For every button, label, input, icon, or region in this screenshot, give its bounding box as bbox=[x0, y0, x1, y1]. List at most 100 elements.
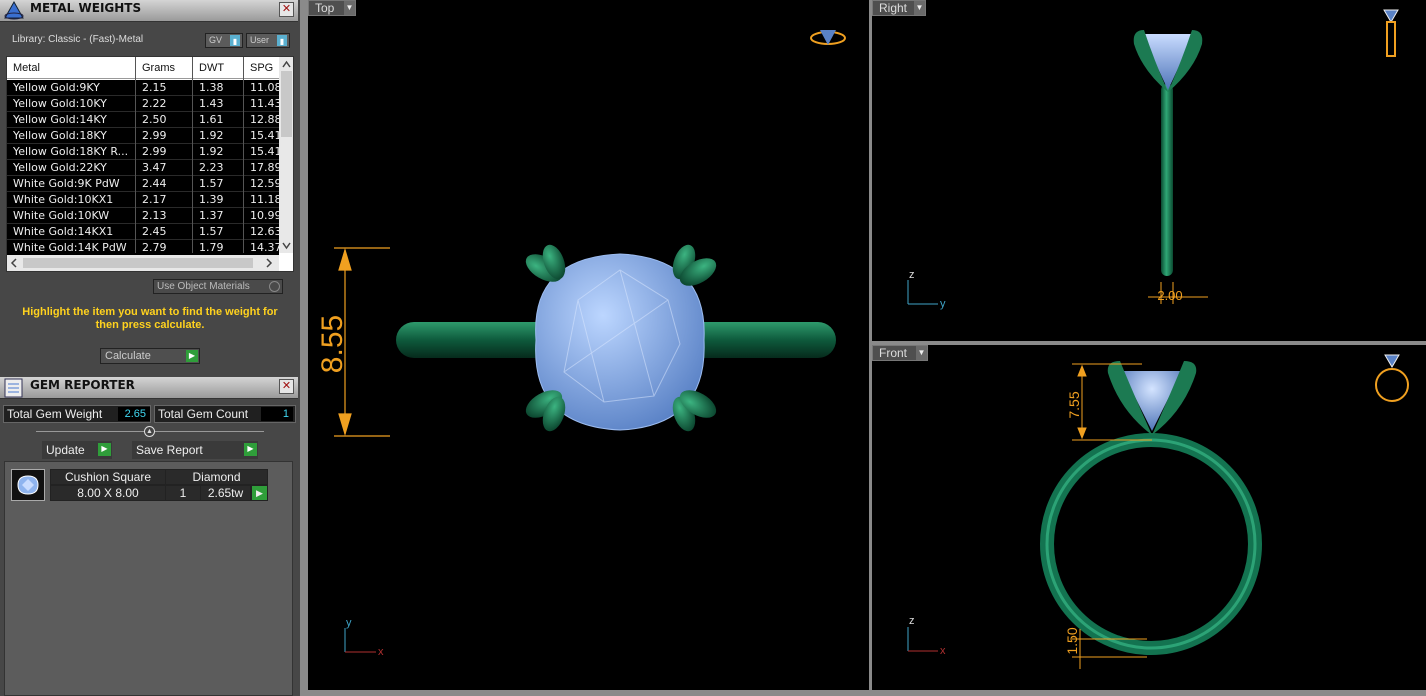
spg-cell: 15.41 bbox=[250, 129, 280, 142]
metal-name-cell: White Gold:9K PdW bbox=[13, 177, 120, 190]
gem-size[interactable]: 8.00 X 8.00 bbox=[50, 485, 166, 501]
grams-cell: 2.17 bbox=[142, 193, 167, 206]
total-gem-weight-label: Total Gem Weight bbox=[7, 407, 103, 421]
splitter-handle-icon[interactable]: ▲ bbox=[144, 426, 155, 437]
gem-type[interactable]: Diamond bbox=[165, 469, 268, 485]
metal-name-cell: White Gold:14KX1 bbox=[13, 225, 114, 238]
table-row[interactable]: White Gold:9K PdW 2.44 1.57 12.59 bbox=[7, 176, 280, 192]
right-view-canvas: 2.00 z y bbox=[907, 9, 1399, 310]
spg-cell: 17.89 bbox=[250, 161, 280, 174]
spg-cell: 11.43 bbox=[250, 97, 280, 110]
table-row[interactable]: Yellow Gold:22KY 3.47 2.23 17.89 bbox=[7, 160, 280, 176]
calculate-label: Calculate bbox=[105, 350, 151, 362]
front-view-canvas: 7.55 1.50 z x bbox=[907, 354, 1409, 669]
table-row[interactable]: Yellow Gold:18KY R... 2.99 1.92 15.41 bbox=[7, 144, 280, 160]
gem-reporter-close-button[interactable]: ✕ bbox=[279, 379, 294, 394]
col-dwt[interactable]: DWT bbox=[199, 62, 224, 74]
metal-weights-icon bbox=[4, 0, 24, 20]
vertical-scrollbar[interactable] bbox=[279, 57, 293, 253]
use-object-materials-checkbox[interactable]: Use Object Materials bbox=[153, 279, 283, 294]
table-row[interactable]: Yellow Gold:10KY 2.22 1.43 11.43 bbox=[7, 96, 280, 112]
grams-cell: 2.99 bbox=[142, 129, 167, 142]
table-row[interactable]: White Gold:10KW 2.13 1.37 10.99 bbox=[7, 208, 280, 224]
column-divider bbox=[192, 57, 193, 253]
spg-cell: 15.41 bbox=[250, 145, 280, 158]
viewport-right[interactable]: Right ▼ 2.00 z y bbox=[872, 0, 1426, 341]
metal-name-cell: Yellow Gold:18KY bbox=[13, 129, 107, 142]
col-grams[interactable]: Grams bbox=[142, 62, 175, 74]
table-row[interactable]: Yellow Gold:14KY 2.50 1.61 12.88 bbox=[7, 112, 280, 128]
horizontal-scrollbar[interactable] bbox=[7, 255, 279, 271]
ring-side-orientation-icon bbox=[1383, 9, 1399, 57]
table-row[interactable]: White Gold:14KX1 2.45 1.57 12.63 bbox=[7, 224, 280, 240]
grams-cell: 2.45 bbox=[142, 225, 167, 238]
spg-cell: 12.59 bbox=[250, 177, 280, 190]
user-toggle-label: User bbox=[250, 35, 270, 45]
metal-weights-titlebar[interactable]: METAL WEIGHTS ✕ bbox=[0, 0, 298, 22]
axis-y-label: y bbox=[940, 298, 946, 310]
gem-weight[interactable]: 2.65tw bbox=[200, 485, 251, 501]
gem-reporter-icon bbox=[4, 378, 23, 398]
save-report-label: Save Report bbox=[136, 443, 203, 457]
gv-toggle[interactable]: GV ▮ bbox=[205, 33, 243, 48]
table-row[interactable]: White Gold:10KX1 2.17 1.39 11.18 bbox=[7, 192, 280, 208]
metal-table-header: Metal Grams DWT SPG bbox=[7, 57, 279, 79]
left-panel: METAL WEIGHTS ✕ Library: Classic - (Fast… bbox=[0, 0, 300, 696]
grams-cell: 3.47 bbox=[142, 161, 167, 174]
axis-x-label: x bbox=[940, 645, 946, 657]
table-row[interactable]: White Gold:14K PdW 2.79 1.79 14.37 bbox=[7, 240, 280, 256]
viewport-front[interactable]: Front ▼ 7.55 1.50 z x bbox=[872, 345, 1426, 690]
metal-weights-close-button[interactable]: ✕ bbox=[279, 2, 294, 17]
gv-toggle-label: GV bbox=[209, 35, 223, 45]
spg-cell: 10.99 bbox=[250, 209, 280, 222]
user-toggle[interactable]: User ▮ bbox=[246, 33, 290, 48]
gem-reporter-titlebar[interactable]: GEM REPORTER ✕ bbox=[0, 377, 298, 399]
grams-cell: 2.99 bbox=[142, 145, 167, 158]
metal-name-cell: Yellow Gold:18KY R... bbox=[13, 145, 129, 158]
axis-gizmo-icon bbox=[907, 280, 938, 305]
table-row[interactable]: Yellow Gold:18KY 2.99 1.92 15.41 bbox=[7, 128, 280, 144]
gem-splitter[interactable]: ▲ bbox=[36, 426, 264, 437]
gem-go-arrow-icon[interactable]: ▶ bbox=[251, 485, 268, 501]
metal-weights-title: METAL WEIGHTS bbox=[30, 1, 142, 15]
dwt-cell: 1.57 bbox=[199, 177, 224, 190]
right-dimension-label: 2.00 bbox=[1157, 288, 1182, 303]
calculate-button[interactable]: Calculate ▶ bbox=[100, 348, 200, 364]
spg-cell: 12.63 bbox=[250, 225, 280, 238]
grams-cell: 2.15 bbox=[142, 81, 167, 94]
axis-gizmo-icon bbox=[344, 628, 376, 653]
ring-band-highlight bbox=[1045, 438, 1257, 650]
gem-list: Cushion Square Diamond 8.00 X 8.00 1 2.6… bbox=[4, 461, 293, 696]
update-button[interactable]: Update ▶ bbox=[42, 441, 112, 459]
viewport-top[interactable]: Top ▼ 8.55 y x bbox=[308, 0, 869, 690]
toggle-indicator-icon: ▮ bbox=[277, 35, 287, 46]
top-view-canvas: 8.55 y x bbox=[316, 30, 846, 658]
gem-reporter-title: GEM REPORTER bbox=[30, 378, 135, 392]
front-top-dimension-label: 7.55 bbox=[1066, 391, 1082, 418]
dwt-cell: 1.37 bbox=[199, 209, 224, 222]
col-spg[interactable]: SPG bbox=[250, 62, 273, 74]
grams-cell: 2.44 bbox=[142, 177, 167, 190]
save-report-button[interactable]: Save Report ▶ bbox=[132, 441, 258, 459]
scroll-thumb[interactable] bbox=[281, 71, 292, 137]
total-gem-count: Total Gem Count 1 bbox=[154, 405, 296, 423]
metal-table[interactable]: Metal Grams DWT SPG Yellow Gold:9KY 2.15 1… bbox=[6, 56, 294, 272]
gem-thumbnail[interactable] bbox=[11, 469, 45, 501]
front-bottom-dimension-label: 1.50 bbox=[1064, 627, 1080, 654]
col-metal[interactable]: Metal bbox=[13, 62, 40, 74]
calculate-hint: Highlight the item you want to find the … bbox=[22, 306, 278, 331]
grams-cell: 2.13 bbox=[142, 209, 167, 222]
column-divider bbox=[243, 57, 244, 253]
use-object-materials-label: Use Object Materials bbox=[157, 281, 250, 292]
gem-count[interactable]: 1 bbox=[165, 485, 201, 501]
dwt-cell: 1.43 bbox=[199, 97, 224, 110]
metal-name-cell: Yellow Gold:22KY bbox=[13, 161, 107, 174]
table-row[interactable]: Yellow Gold:9KY 2.15 1.38 11.08 bbox=[7, 80, 280, 96]
ring-front-orientation-icon bbox=[1375, 354, 1409, 402]
metal-name-cell: White Gold:10KX1 bbox=[13, 193, 114, 206]
column-divider bbox=[135, 57, 136, 253]
top-dimension-label: 8.55 bbox=[316, 315, 349, 373]
spg-cell: 11.08 bbox=[250, 81, 280, 94]
scroll-thumb[interactable] bbox=[23, 258, 253, 268]
gem-shape[interactable]: Cushion Square bbox=[50, 469, 166, 485]
